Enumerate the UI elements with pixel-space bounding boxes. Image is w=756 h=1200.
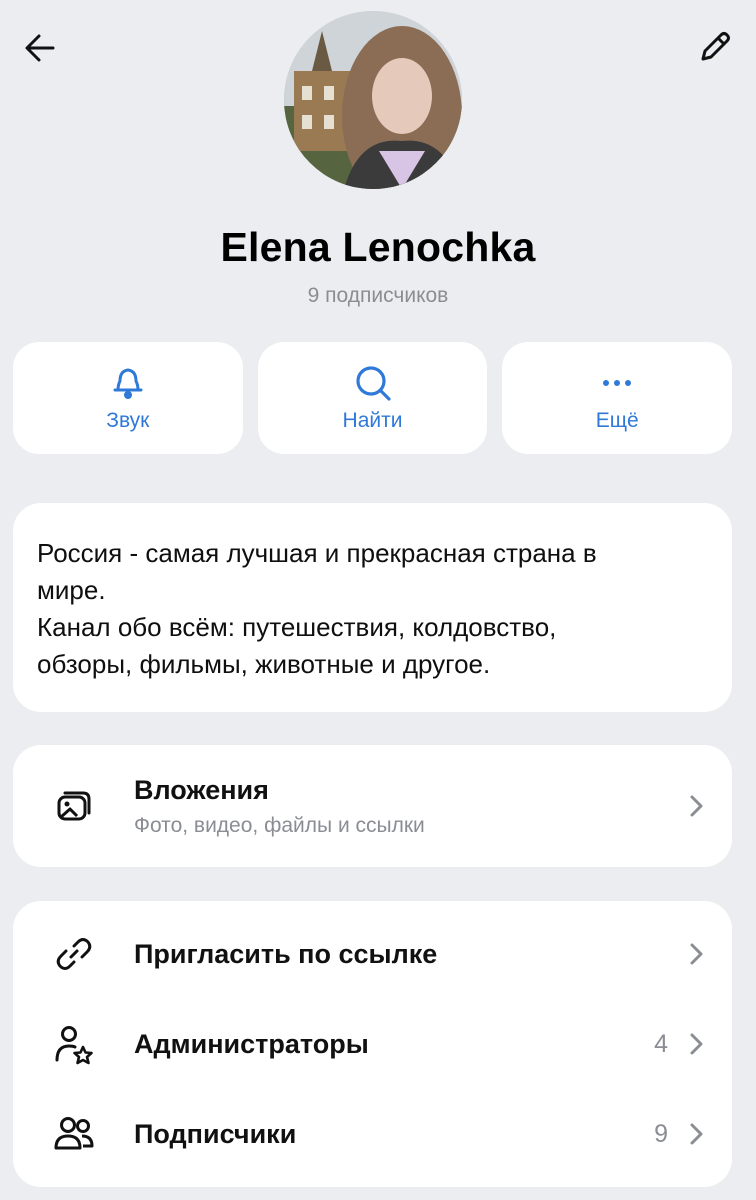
bell-icon xyxy=(113,368,143,399)
back-button[interactable] xyxy=(12,20,68,76)
subscribers-row[interactable]: Подписчики 9 xyxy=(13,1089,732,1179)
channel-name: Elena Lenochka xyxy=(220,224,536,270)
search-icon xyxy=(355,366,391,401)
edit-button[interactable] xyxy=(686,20,742,76)
action-buttons: Звук Найти Ещё xyxy=(13,342,733,454)
more-label: Ещё xyxy=(595,409,639,432)
link-icon xyxy=(51,931,97,977)
attachments-row[interactable]: Вложения Фото, видео, файлы и ссылки xyxy=(13,761,732,851)
more-dots-icon xyxy=(603,380,632,386)
avatar-image xyxy=(284,11,462,189)
chevron-right-icon xyxy=(684,1032,708,1056)
subscribers-title: Подписчики xyxy=(134,1118,297,1149)
channel-avatar[interactable] xyxy=(284,11,462,189)
gallery-icon xyxy=(51,783,97,829)
admins-count: 4 xyxy=(654,1029,668,1058)
arrow-left-icon xyxy=(25,34,55,62)
about-line: Россия - самая лучшая и прекрасная стран… xyxy=(37,538,597,568)
about-line: обзоры, фильмы, животные и другое. xyxy=(37,649,491,679)
chevron-right-icon xyxy=(684,1122,708,1146)
admins-title: Администраторы xyxy=(134,1028,369,1059)
subscribers-count: 9 xyxy=(654,1119,668,1148)
channel-menu-card: Пригласить по ссылке Администраторы 4 По… xyxy=(13,901,732,1187)
sound-label: Звук xyxy=(106,409,150,432)
attachments-title: Вложения xyxy=(134,774,269,805)
subscribers-text: Подписчики xyxy=(134,1119,296,1150)
invite-link-title: Пригласить по ссылке xyxy=(134,938,438,969)
attachments-subtitle: Фото, видео, файлы и ссылки xyxy=(134,813,425,837)
about-line: Канал обо всём: путешествия, колдовство, xyxy=(37,612,557,642)
admin-star-icon xyxy=(51,1021,97,1067)
users-icon xyxy=(51,1111,97,1157)
invite-link-text: Пригласить по ссылке xyxy=(134,939,437,970)
chevron-right-icon xyxy=(684,794,708,818)
about-line: мире. xyxy=(37,575,106,605)
search-button[interactable]: Найти xyxy=(257,342,488,454)
channel-profile-screen: Elena Lenochka 9 подписчиков Звук Найти xyxy=(0,0,756,1200)
attachments-card: Вложения Фото, видео, файлы и ссылки xyxy=(13,745,732,867)
pencil-icon xyxy=(701,32,730,61)
sound-button[interactable]: Звук xyxy=(13,342,243,454)
admins-text: Администраторы xyxy=(134,1029,369,1060)
chevron-right-icon xyxy=(684,942,708,966)
more-button[interactable]: Ещё xyxy=(502,342,733,454)
search-label: Найти xyxy=(342,409,403,432)
attachments-text: Вложения Фото, видео, файлы и ссылки xyxy=(134,775,425,838)
about-card: Россия - самая лучшая и прекрасная стран… xyxy=(13,503,732,712)
invite-link-row[interactable]: Пригласить по ссылке xyxy=(13,909,732,999)
subscriber-count: 9 подписчиков xyxy=(307,284,449,307)
admins-row[interactable]: Администраторы 4 xyxy=(13,999,732,1089)
